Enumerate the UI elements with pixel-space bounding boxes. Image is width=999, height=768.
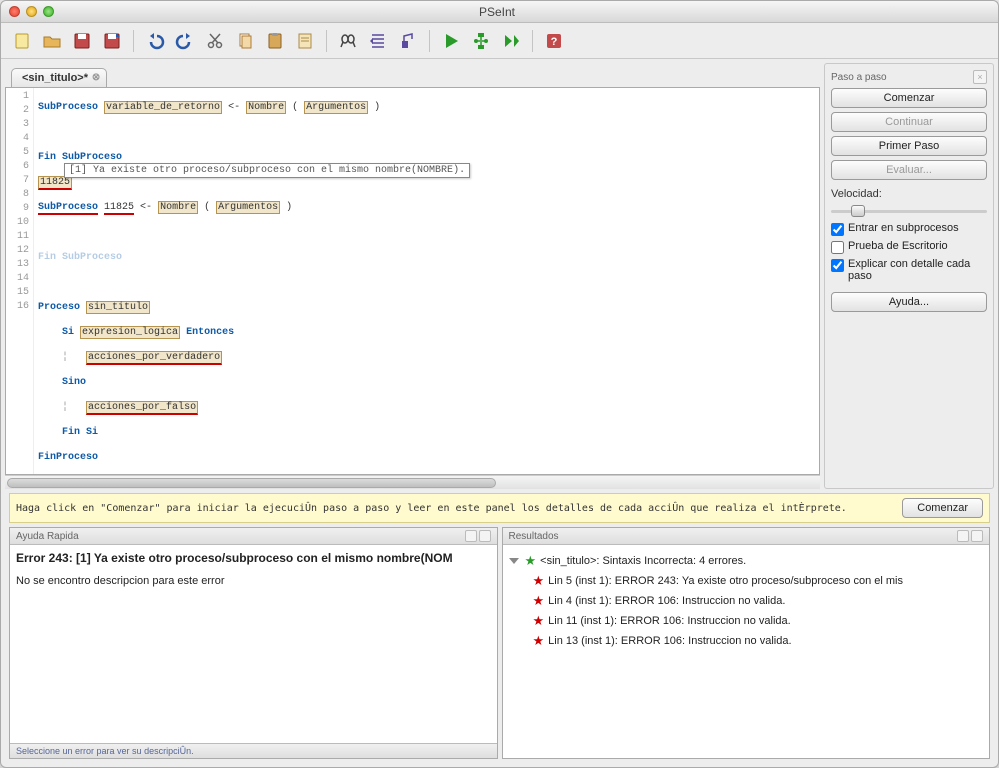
step-panel: Paso a paso × Comenzar Continuar Primer P… [824, 63, 994, 489]
window-title: PSeInt [54, 5, 940, 19]
ayuda-button[interactable]: Ayuda... [831, 292, 987, 312]
results-panel-title: Resultados [509, 531, 559, 542]
hint-bar: Haga click en "Comenzar" para iniciar la… [9, 493, 990, 523]
entrar-subproc-checkbox[interactable]: Entrar en subprocesos [831, 222, 987, 236]
run-button[interactable] [438, 28, 464, 54]
star-icon: ★ [533, 613, 545, 629]
continuar-button[interactable]: Continuar [831, 112, 987, 132]
panel-min-icon[interactable] [957, 530, 969, 542]
line-gutter: 1234 5678 9101112 13141516 [6, 88, 34, 474]
hint-comenzar-button[interactable]: Comenzar [902, 498, 983, 518]
hint-text: Haga click en "Comenzar" para iniciar la… [16, 503, 894, 514]
expand-icon[interactable] [509, 558, 519, 564]
results-root[interactable]: ★<sin_titulo>: Sintaxis Incorrecta: 4 er… [509, 551, 984, 571]
star-icon: ★ [525, 553, 537, 569]
redo-button[interactable] [172, 28, 198, 54]
code-editor[interactable]: 1234 5678 9101112 13141516 SubProceso va… [5, 87, 820, 475]
results-panel: Resultados ★<sin_titulo>: Sintaxis Incor… [502, 527, 991, 759]
primer-paso-button[interactable]: Primer Paso [831, 136, 987, 156]
error-tooltip: [1] Ya existe otro proceso/subproceso co… [64, 163, 470, 178]
code-area[interactable]: SubProceso variable_de_retorno <- Nombre… [34, 88, 819, 474]
velocidad-label: Velocidad: [831, 188, 987, 200]
svg-text:?: ? [551, 36, 558, 48]
step-panel-title: Paso a paso [831, 72, 887, 83]
help-panel: Ayuda Rapida Error 243: [1] Ya existe ot… [9, 527, 498, 759]
result-item[interactable]: ★Lin 5 (inst 1): ERROR 243: Ya existe ot… [509, 571, 984, 591]
comenzar-button[interactable]: Comenzar [831, 88, 987, 108]
step-button[interactable] [498, 28, 524, 54]
tab-close-icon[interactable]: ⊗ [90, 72, 102, 84]
titlebar: PSeInt [1, 1, 998, 23]
result-item[interactable]: ★Lin 4 (inst 1): ERROR 106: Instruccion … [509, 591, 984, 611]
minimize-window-button[interactable] [26, 6, 37, 17]
evaluar-button[interactable]: Evaluar... [831, 160, 987, 180]
tab-label: <sin_titulo>* [22, 72, 88, 84]
find-button[interactable] [335, 28, 361, 54]
paste-button[interactable] [262, 28, 288, 54]
result-item[interactable]: ★Lin 11 (inst 1): ERROR 106: Instruccion… [509, 611, 984, 631]
help-error-body: No se encontro descripcion para este err… [16, 575, 491, 587]
editor-hscroll[interactable] [5, 475, 820, 489]
zoom-window-button[interactable] [43, 6, 54, 17]
notes-button[interactable] [292, 28, 318, 54]
copy-button[interactable] [232, 28, 258, 54]
format-button[interactable] [395, 28, 421, 54]
help-error-title: Error 243: [1] Ya existe otro proceso/su… [16, 551, 491, 565]
panel-min-icon[interactable] [465, 530, 477, 542]
indent-button[interactable] [365, 28, 391, 54]
toolbar: ? [1, 23, 998, 59]
star-icon: ★ [533, 573, 545, 589]
saveas-button[interactable] [99, 28, 125, 54]
open-file-button[interactable] [39, 28, 65, 54]
file-tab[interactable]: <sin_titulo>* ⊗ [11, 68, 107, 87]
new-file-button[interactable] [9, 28, 35, 54]
save-button[interactable] [69, 28, 95, 54]
cut-button[interactable] [202, 28, 228, 54]
explicar-detalle-checkbox[interactable]: Explicar con detalle cada paso [831, 258, 987, 282]
panel-close-icon[interactable]: × [973, 70, 987, 84]
undo-button[interactable] [142, 28, 168, 54]
help-button[interactable]: ? [541, 28, 567, 54]
help-panel-title: Ayuda Rapida [16, 531, 79, 542]
close-window-button[interactable] [9, 6, 20, 17]
star-icon: ★ [533, 633, 545, 649]
panel-close-icon[interactable] [971, 530, 983, 542]
flowchart-button[interactable] [468, 28, 494, 54]
prueba-escritorio-checkbox[interactable]: Prueba de Escritorio [831, 240, 987, 254]
velocidad-slider[interactable] [831, 204, 987, 218]
result-item[interactable]: ★Lin 13 (inst 1): ERROR 106: Instruccion… [509, 631, 984, 651]
help-footer: Seleccione un error para ver su descripc… [10, 743, 497, 758]
panel-close-icon[interactable] [479, 530, 491, 542]
star-icon: ★ [533, 593, 545, 609]
